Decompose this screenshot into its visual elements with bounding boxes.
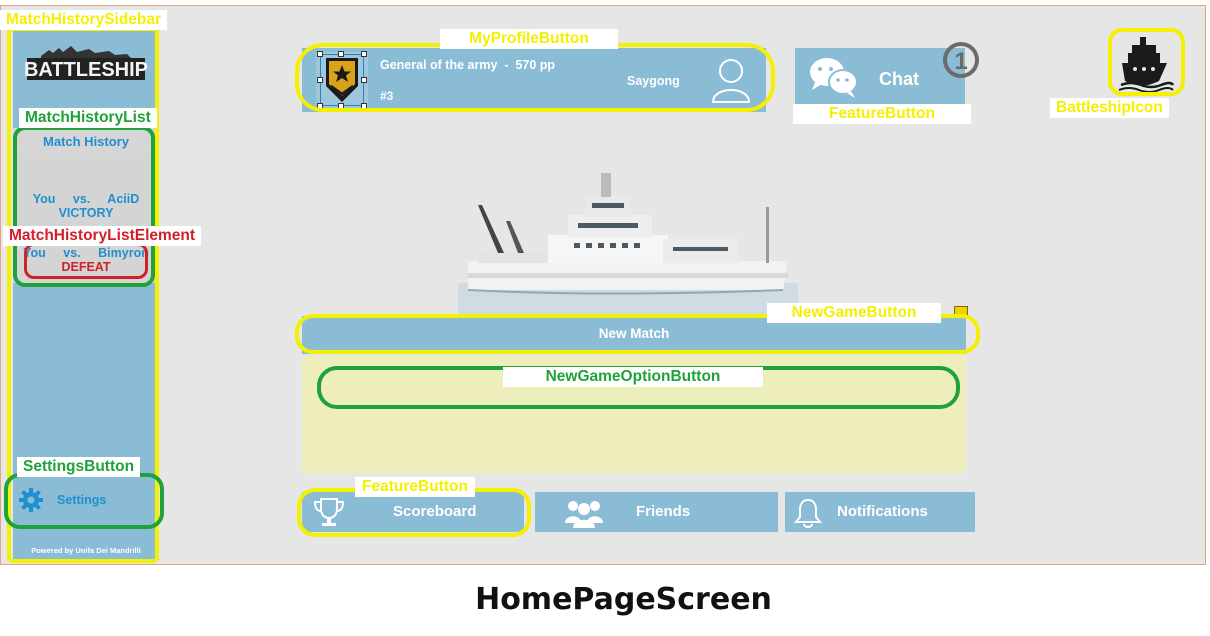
- label-match-history-list-element: MatchHistoryListElement: [3, 226, 202, 246]
- label-feature-button-scoreboard: FeatureButton: [355, 477, 475, 497]
- new-match-corner-marker: [954, 306, 968, 316]
- powered-by-text: Powered by Unifa Dei Mandrilli: [31, 546, 141, 555]
- profile-rank-line: General of the army - 570 pp: [380, 58, 556, 72]
- label-my-profile-button: MyProfileButton: [440, 29, 618, 49]
- user-avatar-icon: [711, 59, 751, 103]
- match-result: DEFEAT: [61, 260, 111, 274]
- label-feature-button-chat: FeatureButton: [793, 104, 971, 124]
- match-result: VICTORY: [58, 206, 114, 220]
- chat-label: Chat: [879, 69, 919, 89]
- hero-ship-image: [458, 173, 798, 315]
- label-new-game-option-button: NewGameOptionButton: [503, 367, 763, 387]
- battleship-logo: BATTLESHIP: [24, 46, 148, 81]
- match-vs-text: You vs. Bimyron: [23, 246, 149, 260]
- label-match-history-list: MatchHistoryList: [19, 108, 157, 128]
- scoreboard-label: Scoreboard: [393, 503, 477, 520]
- notifications-label: Notifications: [837, 503, 928, 520]
- match-history-title: Match History: [13, 128, 159, 158]
- profile-username: Saygong: [627, 74, 680, 88]
- friends-label: Friends: [636, 503, 691, 520]
- label-new-game-button: NewGameButton: [767, 303, 941, 323]
- notification-badge-icon: 1: [943, 42, 979, 78]
- friends-icon: [565, 501, 603, 528]
- match-vs-text: You vs. AciiD: [32, 192, 140, 206]
- label-settings-button: SettingsButton: [17, 457, 141, 477]
- gear-icon: [19, 488, 43, 512]
- settings-button[interactable]: Settings: [13, 478, 159, 528]
- ship-icon[interactable]: [1117, 35, 1175, 93]
- label-match-history-sidebar: MatchHistorySidebar: [0, 10, 168, 30]
- rank-badge: [316, 51, 368, 109]
- notifications-button[interactable]: Notifications: [785, 492, 975, 532]
- friends-button[interactable]: Friends: [535, 492, 778, 532]
- my-profile-button[interactable]: General of the army - 570 pp #3 Saygong: [302, 48, 766, 112]
- screen-caption: HomePageScreen: [475, 582, 772, 617]
- label-battleship-icon: BattleshipIcon: [1050, 98, 1169, 118]
- profile-rank-number: #3: [380, 89, 394, 103]
- scoreboard-button[interactable]: Scoreboard: [302, 492, 524, 532]
- logo-text: BATTLESHIP: [24, 59, 148, 81]
- chat-bubbles-icon: [810, 58, 858, 98]
- chat-badge-count: 1: [954, 48, 967, 75]
- trophy-icon: [313, 498, 345, 526]
- match-history-list-element[interactable]: You vs. AciiD VICTORY: [13, 192, 159, 220]
- match-history-list-element[interactable]: You vs. Bimyron DEFEAT: [13, 246, 159, 274]
- bell-icon: [793, 498, 823, 528]
- settings-label: Settings: [57, 493, 107, 507]
